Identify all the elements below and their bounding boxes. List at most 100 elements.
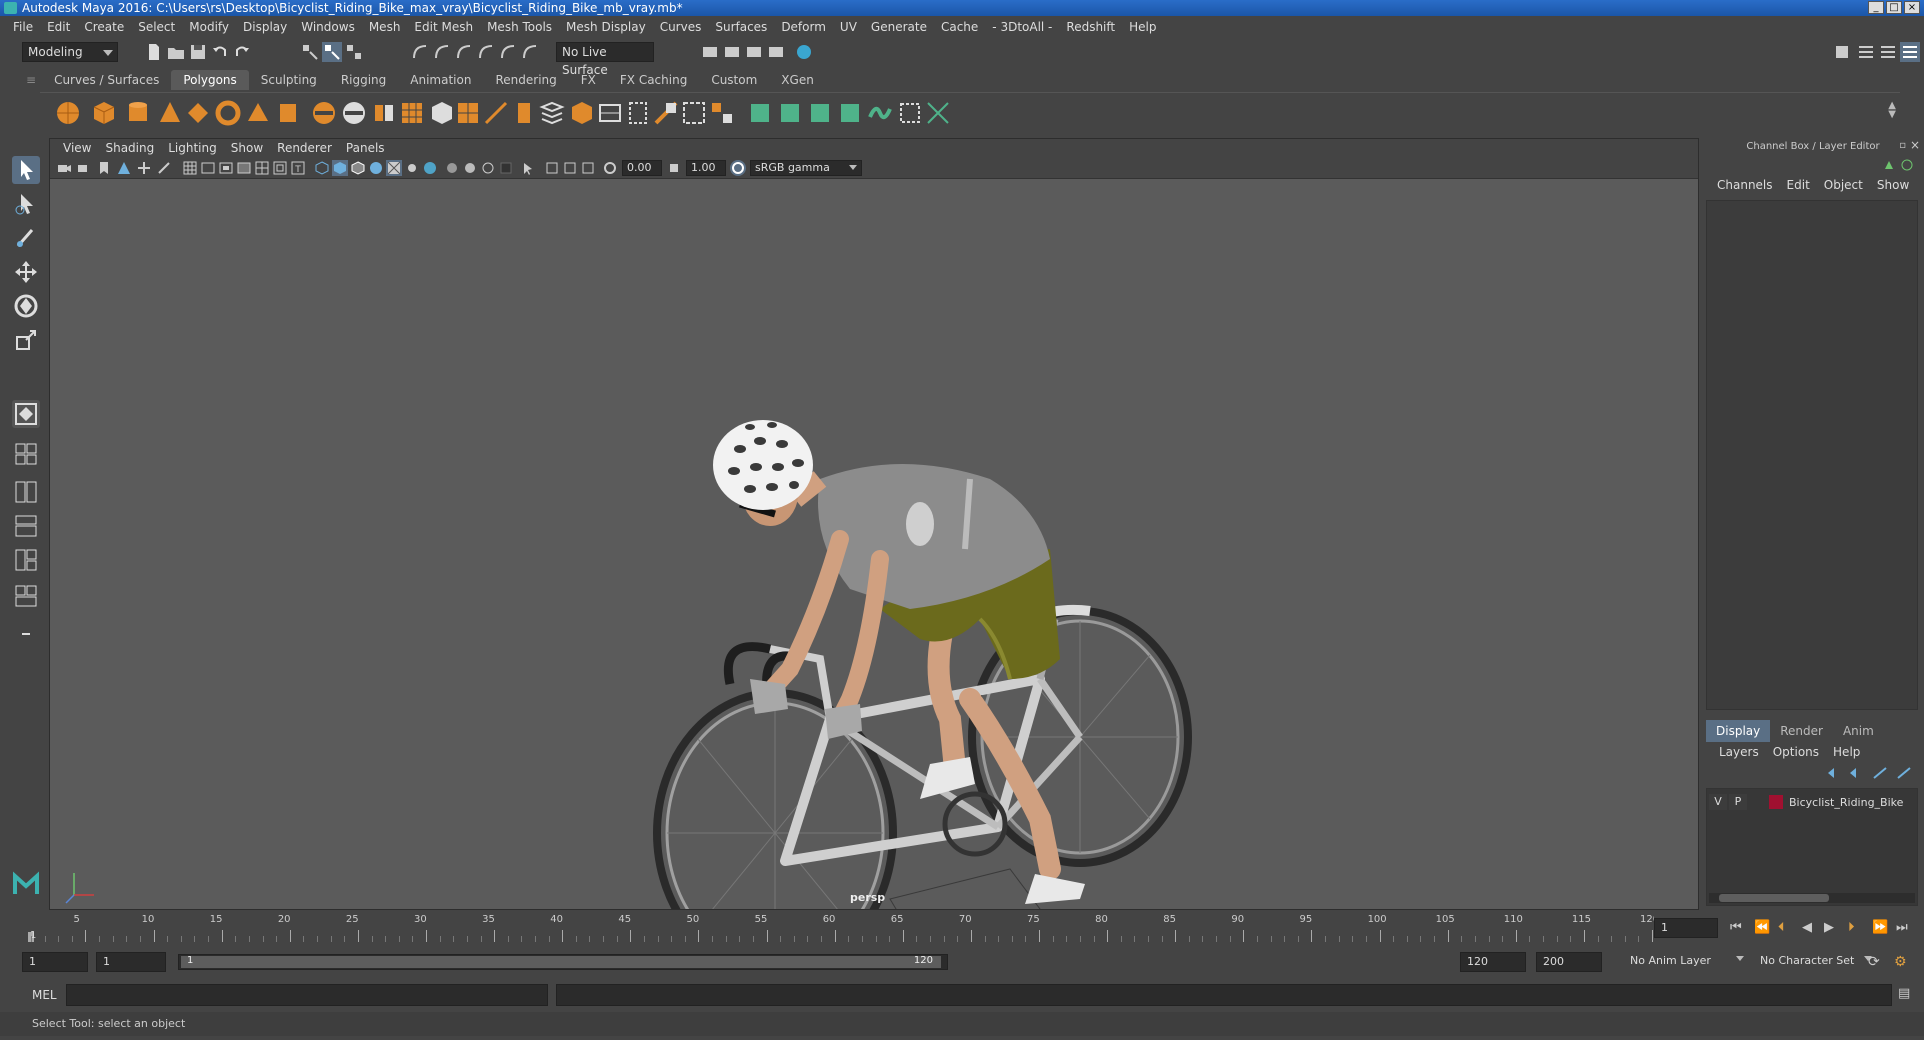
step-forward-frame-icon[interactable]: ⏵ — [1848, 920, 1855, 935]
animation-end-field[interactable]: 200 — [1536, 952, 1602, 972]
go-to-start-icon[interactable]: ⏮ — [1730, 920, 1742, 935]
ipr-render-icon[interactable] — [744, 42, 764, 62]
select-by-hierarchy-icon[interactable] — [300, 42, 320, 62]
deformer-sculpt-icon[interactable] — [896, 99, 924, 127]
move-layer-up-icon[interactable] — [1826, 766, 1842, 780]
uv-editor-icon[interactable] — [680, 99, 708, 127]
step-forward-key-icon[interactable]: ⏩ — [1872, 920, 1888, 935]
gamma-icon[interactable] — [666, 160, 682, 176]
grid-toggle-icon[interactable] — [182, 160, 198, 176]
shelf-tab-polygons[interactable]: Polygons — [171, 70, 249, 90]
poly-plane-icon[interactable] — [184, 99, 212, 127]
menu-help[interactable]: Help — [1122, 20, 1163, 34]
two-view-layout-icon[interactable] — [12, 478, 40, 506]
planar-map-icon[interactable] — [596, 99, 624, 127]
render-frame-icon[interactable] — [722, 42, 742, 62]
tool-settings-icon[interactable] — [1878, 42, 1898, 62]
channel-box-area[interactable] — [1706, 200, 1918, 710]
menu-curves[interactable]: Curves — [653, 20, 709, 34]
deformer-wave-icon[interactable] — [866, 99, 894, 127]
use-all-lights-icon[interactable] — [386, 160, 402, 176]
resolution-gate-icon[interactable] — [218, 160, 234, 176]
smooth-shade-icon[interactable] — [332, 160, 348, 176]
xray-active-icon[interactable] — [562, 160, 578, 176]
float-panel-icon[interactable]: ▫ — [1899, 140, 1906, 151]
extrude-icon[interactable] — [454, 99, 482, 127]
menu-display[interactable]: Display — [236, 20, 294, 34]
2d-pan-zoom-icon[interactable] — [136, 160, 152, 176]
playback-start-field[interactable]: 1 — [96, 952, 166, 972]
shelf-tab-rigging[interactable]: Rigging — [329, 70, 398, 90]
cb-menu-edit[interactable]: Edit — [1780, 178, 1817, 192]
deformer-cluster-icon[interactable] — [746, 99, 774, 127]
menu-mesh-display[interactable]: Mesh Display — [559, 20, 653, 34]
xray-icon[interactable] — [498, 160, 514, 176]
color-management-icon[interactable] — [730, 160, 746, 176]
go-to-end-icon[interactable]: ⏭ — [1896, 920, 1908, 935]
xray-joints-icon[interactable] — [544, 160, 560, 176]
vp-menu-shading[interactable]: Shading — [98, 141, 161, 155]
live-surface-field[interactable]: No Live Surface — [556, 42, 654, 77]
snap-point-icon[interactable] — [454, 42, 474, 62]
target-weld-icon[interactable] — [510, 99, 538, 127]
range-slider-handle[interactable] — [181, 956, 941, 968]
deformer-twist-icon[interactable] — [836, 99, 864, 127]
safe-title-icon[interactable]: T — [290, 160, 306, 176]
poly-cube-icon[interactable] — [90, 99, 118, 127]
step-back-frame-icon[interactable]: ⏴ — [1778, 920, 1785, 935]
shelf-tab-sculpting[interactable]: Sculpting — [249, 70, 329, 90]
layer-visibility-toggle[interactable]: V — [1709, 794, 1727, 810]
rotate-tool-icon[interactable] — [12, 292, 40, 320]
cb-menu-object[interactable]: Object — [1817, 178, 1870, 192]
menu-3dtoall[interactable]: - 3DtoAll - — [985, 20, 1059, 34]
menu-edit-mesh[interactable]: Edit Mesh — [407, 20, 480, 34]
snap-grid-icon[interactable] — [410, 42, 430, 62]
smooth-icon[interactable] — [398, 99, 426, 127]
menu-generate[interactable]: Generate — [864, 20, 934, 34]
save-scene-icon[interactable] — [188, 42, 208, 62]
single-perspective-layout-icon[interactable] — [12, 400, 40, 428]
mode-dropdown[interactable]: Modeling — [22, 42, 118, 62]
layers-menu-help[interactable]: Help — [1826, 744, 1867, 760]
select-by-component-icon[interactable] — [344, 42, 364, 62]
shelf-scroll-arrows[interactable]: ▲ ▼ — [1888, 101, 1896, 120]
vp-menu-panels[interactable]: Panels — [339, 141, 392, 155]
menu-mesh-tools[interactable]: Mesh Tools — [480, 20, 559, 34]
persp-graph-layout-icon[interactable] — [12, 546, 40, 574]
poly-cylinder-icon[interactable] — [124, 99, 152, 127]
four-view-layout-icon[interactable] — [12, 440, 40, 470]
render-settings-icon[interactable] — [766, 42, 786, 62]
bookmark-icon[interactable] — [96, 160, 112, 176]
poly-cone-icon[interactable] — [156, 99, 184, 127]
viewport-persp[interactable]: View Shading Lighting Show Renderer Pane… — [49, 138, 1699, 910]
snap-curve-icon[interactable] — [432, 42, 452, 62]
deformer-bend-icon[interactable] — [806, 99, 834, 127]
shelf-tab-custom[interactable]: Custom — [699, 70, 769, 90]
film-gate-icon[interactable] — [200, 160, 216, 176]
layer-name[interactable]: Bicyclist_Riding_Bike — [1789, 796, 1903, 809]
bevel-icon[interactable] — [428, 99, 456, 127]
field-chart-icon[interactable] — [254, 160, 270, 176]
shelf-tab-fx[interactable]: FX — [569, 70, 608, 90]
open-scene-icon[interactable] — [166, 42, 186, 62]
multi-cut-icon[interactable] — [482, 99, 510, 127]
shelf-menu-icon[interactable]: ≡ — [20, 70, 42, 90]
backface-culling-icon[interactable] — [580, 160, 596, 176]
menu-mesh[interactable]: Mesh — [362, 20, 408, 34]
current-frame-field[interactable]: 1 — [1654, 918, 1718, 938]
new-layer-selected-icon[interactable] — [1896, 766, 1912, 780]
quad-draw-icon[interactable] — [568, 99, 596, 127]
move-layer-down-icon[interactable] — [1848, 766, 1864, 780]
menu-redshift[interactable]: Redshift — [1059, 20, 1122, 34]
snap-surface-icon[interactable] — [520, 42, 540, 62]
shelf-tab-animation[interactable]: Animation — [398, 70, 483, 90]
menu-surfaces[interactable]: Surfaces — [708, 20, 774, 34]
shelf-tab-fx-caching[interactable]: FX Caching — [608, 70, 699, 90]
render-view-icon[interactable] — [700, 42, 720, 62]
poly-sphere-icon[interactable] — [54, 99, 82, 127]
vp-menu-show[interactable]: Show — [224, 141, 270, 155]
play-backwards-icon[interactable]: ◀ — [1802, 920, 1812, 935]
poly-pipe-icon[interactable] — [274, 99, 302, 127]
time-slider[interactable]: 1 5 10 15 20 25 30 35 40 45 50 55 60 65 70 75 80 85 90 95 1… — [14, 912, 1659, 944]
layer-tab-display[interactable]: Display — [1706, 720, 1771, 742]
